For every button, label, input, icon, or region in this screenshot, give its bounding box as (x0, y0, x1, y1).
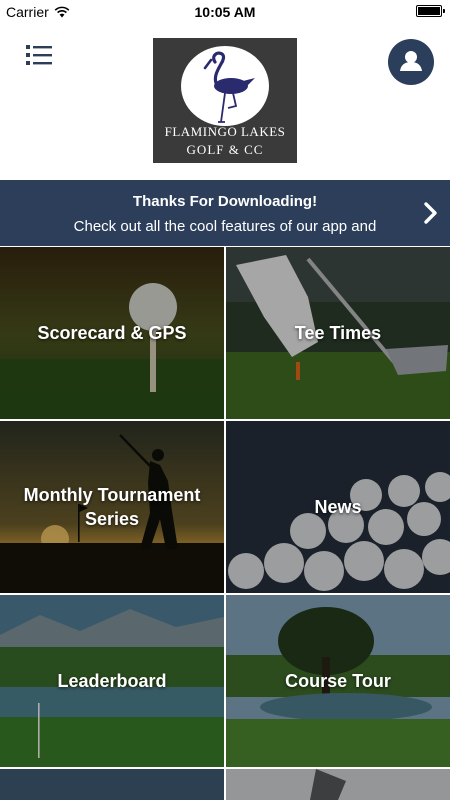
tile-news[interactable]: News (226, 421, 450, 593)
user-icon (400, 51, 422, 71)
tile-partial-right[interactable] (226, 769, 450, 800)
logo-line-1: FLAMINGO LAKES (164, 124, 286, 139)
chevron-right-icon (424, 202, 437, 224)
logo-moon (181, 46, 269, 126)
tile-partial-left[interactable] (0, 769, 224, 800)
welcome-banner[interactable]: Thanks For Downloading! Check out all th… (0, 180, 450, 246)
tile-monthly-tournament-series[interactable]: Monthly Tournament Series (0, 421, 224, 593)
tile-course-tour[interactable]: Course Tour (226, 595, 450, 767)
tile-leaderboard[interactable]: Leaderboard (0, 595, 224, 767)
tile-label: Monthly Tournament Series (23, 485, 201, 529)
tile-image-partial (226, 769, 450, 800)
tile-label: Leaderboard (57, 671, 167, 691)
status-time: 10:05 AM (194, 4, 256, 20)
tile-scorecard-gps[interactable]: Scorecard & GPS (0, 247, 224, 419)
menu-button[interactable] (26, 44, 52, 66)
tile-tee-times[interactable]: Tee Times (226, 247, 450, 419)
tile-label: News (314, 497, 362, 517)
club-logo: FLAMINGO LAKES GOLF & CC (153, 38, 297, 163)
app-header: FLAMINGO LAKES GOLF & CC (0, 24, 450, 180)
profile-button[interactable] (388, 39, 434, 85)
tile-label: Course Tour (285, 671, 391, 691)
flamingo-icon (203, 51, 255, 123)
banner-title: Thanks For Downloading! (132, 193, 318, 210)
banner-message: Check out all the cool features of our a… (73, 218, 377, 235)
tile-label: Scorecard & GPS (37, 323, 187, 343)
status-bar: Carrier 10:05 AM (0, 0, 450, 24)
tile-image-partial (0, 769, 224, 800)
battery-icon (416, 5, 445, 17)
menu-icon (26, 45, 52, 65)
logo-line-2: GOLF & CC (186, 142, 264, 157)
tile-label: Tee Times (294, 323, 382, 343)
